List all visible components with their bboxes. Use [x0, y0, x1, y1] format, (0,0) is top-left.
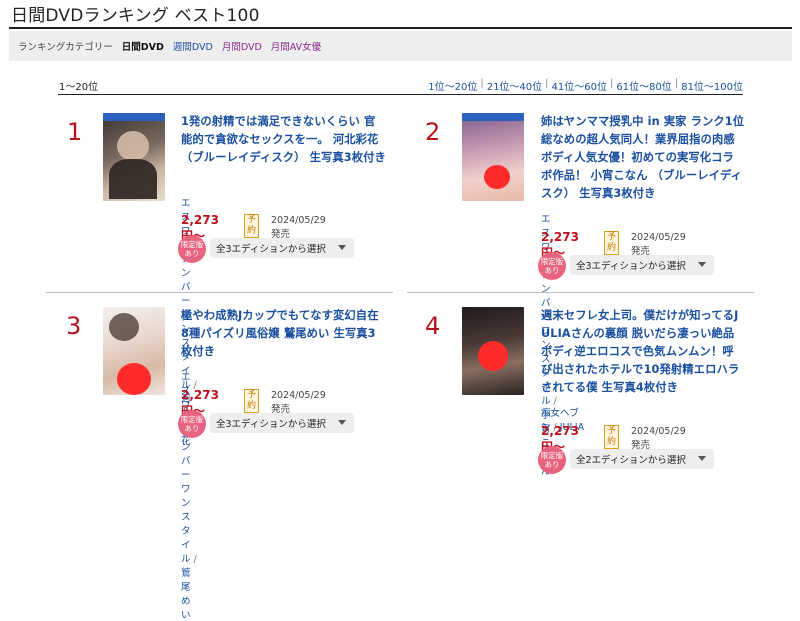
- preorder-badge: 予約: [244, 214, 260, 238]
- censor-mark: [117, 363, 151, 395]
- category-label: ランキングカテゴリー: [18, 42, 113, 53]
- product-title[interactable]: 週末セフレ女上司。僕だけが知ってるJ ULIAさんの裏顔 脱いだら凄っい絶品 ボ…: [541, 307, 756, 397]
- edition-select[interactable]: 全3エディションから選択: [210, 413, 354, 433]
- product-title[interactable]: 1発の射精では満足できないくらい 官 能的で貪欲なセックスを一。 河北彩花 （ブ…: [181, 113, 396, 167]
- product-thumbnail[interactable]: [462, 113, 524, 201]
- rank-number: 3: [66, 312, 82, 340]
- title-line: 8種パイズリ風俗嬢 鷲尾めい 生写真3: [181, 327, 376, 340]
- title-line: 1発の射精では満足できないくらい 官: [181, 115, 376, 128]
- title-line: 総なめの超人気同人！業界屈指の肉感: [541, 133, 735, 146]
- bluray-band: [462, 113, 524, 121]
- row-divider-left: [46, 292, 393, 293]
- page-title: 日間DVDランキング ベスト100: [11, 6, 260, 26]
- title-divider: [9, 27, 792, 29]
- chevron-down-icon: [698, 456, 706, 461]
- edition-select-label: 全3エディションから選択: [216, 244, 326, 255]
- category-bar: ランキングカテゴリー 日間DVD 週間DVD 月間DVD 月間AV女優: [9, 31, 792, 61]
- title-line: 姉はヤンママ授乳中 in 実家 ランク1位: [541, 115, 745, 128]
- bluray-band: [103, 113, 165, 121]
- rank-number: 2: [425, 118, 441, 146]
- limited-label: あり: [544, 266, 560, 275]
- pager-link-1-20[interactable]: 1位～20位: [428, 78, 477, 93]
- title-line: ボディ逆エロコスで色気ムンムン！呼: [541, 345, 734, 358]
- pager-divider: [58, 94, 743, 95]
- release-date: 2024/05/29発売: [631, 232, 686, 257]
- limited-label: あり: [184, 249, 200, 258]
- release-date: 2024/05/29発売: [631, 426, 686, 451]
- pager-link-21-40[interactable]: 21位～40位: [487, 78, 542, 93]
- limited-label: あり: [544, 460, 560, 469]
- edition-select-label: 全3エディションから選択: [216, 419, 326, 430]
- category-daily-dvd[interactable]: 日間DVD: [122, 39, 164, 53]
- edition-select[interactable]: 全3エディションから選択: [210, 238, 354, 258]
- cover-face: [117, 131, 149, 161]
- censor-mark: [484, 165, 510, 189]
- pager-separator: |: [480, 78, 484, 89]
- pager-link-41-60[interactable]: 41位～60位: [552, 78, 607, 93]
- title-line: 極やわ成熟Jカップでもてなす変幻自在: [181, 309, 379, 322]
- title-line: ボディ人気女優！初めての実写化コラ: [541, 151, 734, 164]
- rank-number: 1: [67, 118, 83, 146]
- limited-edition-badge: 限定版 あり: [538, 446, 566, 474]
- cover-figure: [109, 159, 157, 199]
- pager-separator: |: [609, 78, 614, 89]
- preorder-badge: 予約: [604, 425, 620, 449]
- limited-label: あり: [184, 424, 200, 433]
- product-thumbnail[interactable]: [103, 307, 165, 395]
- row-divider-right: [407, 292, 754, 293]
- edition-select[interactable]: 全2エディションから選択: [570, 449, 714, 469]
- chevron-down-icon: [338, 420, 346, 425]
- chevron-down-icon: [698, 262, 706, 267]
- limited-edition-badge: 限定版 あり: [178, 410, 206, 438]
- censor-mark: [478, 341, 508, 371]
- pager-link-81-100[interactable]: 81位～100位: [681, 78, 743, 93]
- title-line: ULIAさんの裏顔 脱いだら凄っい絶品: [541, 327, 735, 340]
- title-line: スク） 生写真3枚付き: [541, 187, 656, 200]
- edition-select[interactable]: 全3エディションから選択: [570, 255, 714, 275]
- category-monthly-dvd[interactable]: 月間DVD: [222, 39, 262, 53]
- product-title[interactable]: 極やわ成熟Jカップでもてなす変幻自在 8種パイズリ風俗嬢 鷲尾めい 生写真3 枚…: [181, 307, 396, 361]
- pager-separator: |: [545, 78, 549, 89]
- category-monthly-actress[interactable]: 月間AV女優: [271, 39, 321, 53]
- product-thumbnail[interactable]: [103, 113, 165, 201]
- edition-select-label: 全2エディションから選択: [576, 455, 686, 466]
- title-line: ボ作品！ 小宵こなん （ブルーレイディ: [541, 169, 743, 182]
- title-line: （ブルーレイディスク） 生写真3枚付き: [181, 151, 386, 164]
- pager-link-61-80[interactable]: 61位～80位: [616, 78, 671, 93]
- rank-number: 4: [425, 312, 441, 340]
- title-line: 週末セフレ女上司。僕だけが知ってるJ: [541, 309, 739, 322]
- edition-select-label: 全3エディションから選択: [576, 261, 686, 272]
- title-line: 枚付き: [181, 345, 216, 358]
- title-line: び出されたホテルで10発射精エロハラ: [541, 363, 740, 376]
- limited-label: 限定版: [540, 451, 564, 460]
- range-label: 1～20位: [59, 82, 99, 93]
- limited-label: 限定版: [180, 240, 204, 249]
- title-line: 能的で貪欲なセックスを一。 河北彩花: [181, 133, 379, 146]
- actress-link[interactable]: 鷲尾めい: [181, 568, 191, 621]
- chevron-down-icon: [338, 245, 346, 250]
- preorder-badge: 予約: [244, 389, 260, 413]
- preorder-badge: 予約: [604, 231, 620, 255]
- limited-label: 限定版: [540, 257, 564, 266]
- product-title[interactable]: 姉はヤンママ授乳中 in 実家 ランク1位 総なめの超人気同人！業界屈指の肉感 …: [541, 113, 756, 203]
- slash-separator: /: [193, 554, 197, 565]
- limited-edition-badge: 限定版 あり: [538, 252, 566, 280]
- category-weekly-dvd[interactable]: 週間DVD: [173, 39, 213, 53]
- product-thumbnail[interactable]: [462, 307, 524, 395]
- release-date: 2024/05/29発売: [271, 215, 326, 240]
- pager-separator: |: [674, 78, 679, 89]
- limited-edition-badge: 限定版 あり: [178, 235, 206, 263]
- release-date: 2024/05/29発売: [271, 390, 326, 415]
- limited-label: 限定版: [180, 415, 204, 424]
- cover-hair: [109, 313, 139, 341]
- title-line: されてる僕 生写真4枚付き: [541, 381, 679, 394]
- rank-pager: 1位～20位 | 21位～40位 | 41位～60位 | 61位～80位 | 8…: [428, 78, 743, 93]
